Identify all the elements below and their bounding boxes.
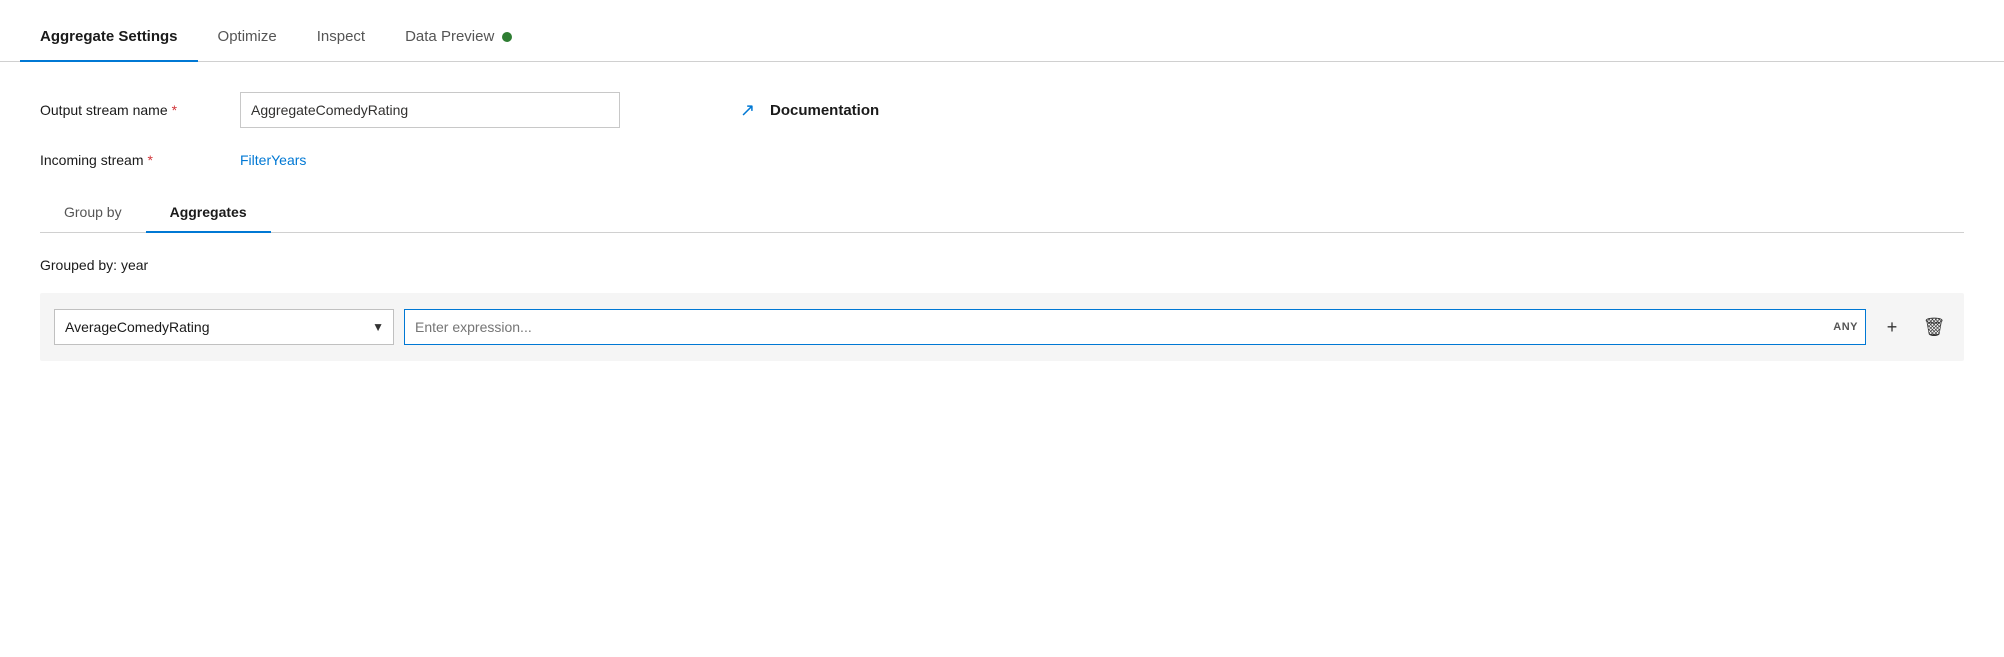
output-stream-row: Output stream name* ↗︎ Documentation	[40, 92, 1964, 128]
grouped-by-label: Grouped by: year	[40, 257, 1964, 273]
tab-optimize[interactable]: Optimize	[198, 12, 297, 61]
data-preview-status-dot	[502, 32, 512, 42]
tab-aggregate-settings[interactable]: Aggregate Settings	[20, 12, 198, 61]
sub-tab-aggregates[interactable]: Aggregates	[146, 192, 271, 232]
expression-row: AverageComedyRating ▼ ANY + 🗑	[40, 293, 1964, 361]
incoming-stream-required: *	[147, 152, 152, 168]
external-link-icon: ↗︎	[740, 100, 760, 120]
column-select[interactable]: AverageComedyRating	[54, 309, 394, 345]
trash-icon: 🗑	[1923, 317, 1946, 338]
tab-inspect[interactable]: Inspect	[297, 12, 385, 61]
any-badge: ANY	[1833, 321, 1858, 333]
output-stream-required: *	[172, 102, 177, 118]
expression-input-wrapper: ANY	[404, 309, 1866, 345]
column-select-wrapper: AverageComedyRating ▼	[54, 309, 394, 345]
incoming-stream-label: Incoming stream*	[40, 152, 240, 168]
documentation-link[interactable]: ↗︎ Documentation	[740, 100, 879, 120]
output-stream-input[interactable]	[240, 92, 620, 128]
main-content: Output stream name* ↗︎ Documentation Inc…	[0, 62, 2004, 407]
incoming-stream-row: Incoming stream* FilterYears	[40, 152, 1964, 168]
tab-data-preview[interactable]: Data Preview	[385, 12, 532, 61]
expression-input[interactable]	[404, 309, 1866, 345]
sub-tab-bar: Group by Aggregates	[40, 192, 1964, 233]
add-button[interactable]: +	[1876, 311, 1908, 343]
tab-bar: Aggregate Settings Optimize Inspect Data…	[0, 0, 2004, 62]
delete-button[interactable]: 🗑	[1918, 311, 1950, 343]
incoming-stream-link[interactable]: FilterYears	[240, 152, 306, 168]
output-stream-label: Output stream name*	[40, 102, 240, 118]
grouped-section: Grouped by: year AverageComedyRating ▼ A…	[40, 233, 1964, 377]
sub-tab-group-by[interactable]: Group by	[40, 192, 146, 232]
plus-icon: +	[1887, 317, 1898, 338]
documentation-label: Documentation	[770, 102, 879, 119]
